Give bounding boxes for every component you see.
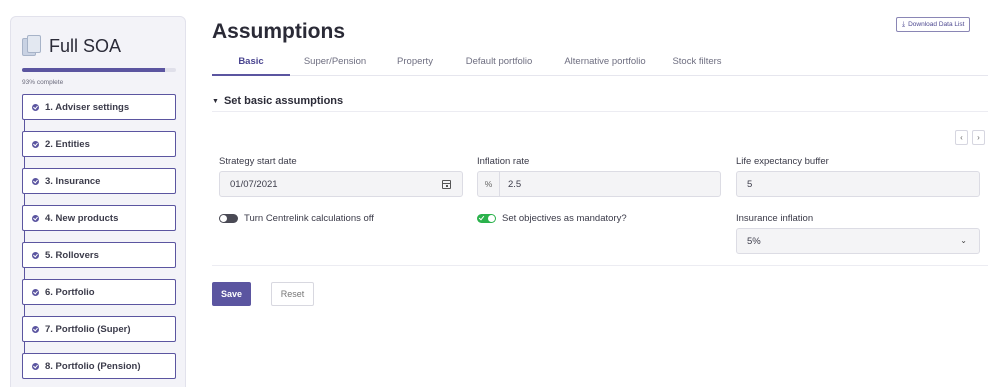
centrelink-toggle-label: Turn Centrelink calculations off	[244, 213, 374, 224]
section-toggle[interactable]: ▼ Set basic assumptions	[212, 95, 343, 107]
reset-button[interactable]: Reset	[271, 282, 314, 306]
strategy-start-date-input[interactable]: 01/07/2021	[219, 171, 463, 197]
save-button[interactable]: Save	[212, 282, 251, 306]
page-title: Assumptions	[212, 20, 346, 43]
progress-fill	[22, 68, 166, 72]
inflation-rate-value: 2.5	[508, 178, 522, 190]
step-label: 7. Portfolio (Super)	[45, 323, 131, 335]
step-portfolio-super[interactable]: 7. Portfolio (Super)	[22, 316, 176, 354]
check-circle-icon	[32, 325, 39, 333]
step-label: 8. Portfolio (Pension)	[45, 360, 141, 372]
strategy-start-value: 01/07/2021	[230, 178, 278, 190]
toggle-switch[interactable]	[219, 214, 238, 223]
progress-label: 93% complete	[22, 79, 64, 86]
check-icon	[478, 214, 485, 221]
objectives-toggle-label: Set objectives as mandatory?	[502, 213, 627, 224]
chevron-down-icon: ⌄	[960, 236, 967, 245]
progress-bar	[22, 68, 176, 72]
section-title: Set basic assumptions	[223, 95, 344, 107]
percent-prefix: %	[478, 172, 500, 196]
next-button[interactable]: ›	[972, 130, 985, 145]
sidebar-title: Full SOA	[49, 35, 122, 56]
divider	[212, 111, 988, 112]
step-entities[interactable]: 2. Entities	[22, 131, 176, 169]
divider	[212, 265, 988, 266]
insurance-inflation-select[interactable]: 5% ⌄	[736, 228, 980, 254]
tab-default-portfolio[interactable]: Default portfolio	[454, 52, 544, 76]
step-label: 5. Rollovers	[45, 249, 99, 261]
check-circle-icon	[32, 140, 39, 148]
life-expectancy-buffer-input[interactable]: 5	[736, 171, 980, 197]
step-portfolio[interactable]: 6. Portfolio	[22, 279, 176, 317]
step-adviser-settings[interactable]: 1. Adviser settings	[22, 94, 176, 132]
check-circle-icon	[32, 251, 39, 259]
step-label: 6. Portfolio	[45, 286, 95, 298]
centrelink-toggle[interactable]: Turn Centrelink calculations off	[219, 213, 374, 224]
step-label: 1. Adviser settings	[45, 101, 130, 113]
insurance-inflation-label: Insurance inflation	[736, 213, 814, 224]
tab-basic[interactable]: Basic	[212, 52, 290, 76]
strategy-start-label: Strategy start date	[219, 156, 297, 167]
tab-alternative-portfolio[interactable]: Alternative portfolio	[550, 52, 660, 76]
objectives-mandatory-toggle[interactable]: Set objectives as mandatory?	[477, 213, 627, 224]
step-insurance[interactable]: 3. Insurance	[22, 168, 176, 206]
tab-property[interactable]: Property	[385, 52, 445, 76]
inflation-rate-input[interactable]: % 2.5	[477, 171, 721, 197]
step-label: 2. Entities	[45, 138, 90, 150]
step-new-products[interactable]: 4. New products	[22, 205, 176, 243]
document-icon	[22, 35, 42, 57]
step-rollovers[interactable]: 5. Rollovers	[22, 242, 176, 280]
pager: ‹ ›	[955, 130, 985, 145]
sidebar-header: Full SOA	[22, 35, 121, 57]
caret-down-icon: ▼	[212, 97, 219, 105]
step-label: 4. New products	[45, 212, 119, 224]
life-expectancy-buffer-label: Life expectancy buffer	[736, 156, 829, 167]
tab-bar: Basic Super/Pension Property Default por…	[212, 52, 988, 76]
tab-stock-filters[interactable]: Stock filters	[662, 52, 732, 76]
download-label: Download Data List	[908, 21, 965, 28]
life-expectancy-buffer-value: 5	[747, 178, 753, 190]
prev-button[interactable]: ‹	[955, 130, 968, 145]
calendar-icon[interactable]	[442, 180, 451, 189]
tab-super-pension[interactable]: Super/Pension	[295, 52, 375, 76]
toggle-switch[interactable]	[477, 214, 496, 223]
download-data-list-button[interactable]: ⤓ Download Data List	[896, 17, 971, 32]
check-circle-icon	[32, 214, 39, 222]
check-circle-icon	[32, 177, 39, 185]
check-circle-icon	[32, 362, 39, 370]
check-circle-icon	[32, 288, 39, 296]
step-portfolio-pension[interactable]: 8. Portfolio (Pension)	[22, 353, 176, 379]
insurance-inflation-value: 5%	[747, 235, 761, 247]
download-icon: ⤓	[902, 20, 906, 28]
sidebar: Full SOA 93% complete 1. Adviser setting…	[10, 16, 186, 387]
step-label: 3. Insurance	[45, 175, 101, 187]
check-circle-icon	[32, 103, 39, 111]
step-list: 1. Adviser settings 2. Entities 3. Insur…	[22, 94, 176, 387]
inflation-rate-label: Inflation rate	[477, 156, 530, 167]
